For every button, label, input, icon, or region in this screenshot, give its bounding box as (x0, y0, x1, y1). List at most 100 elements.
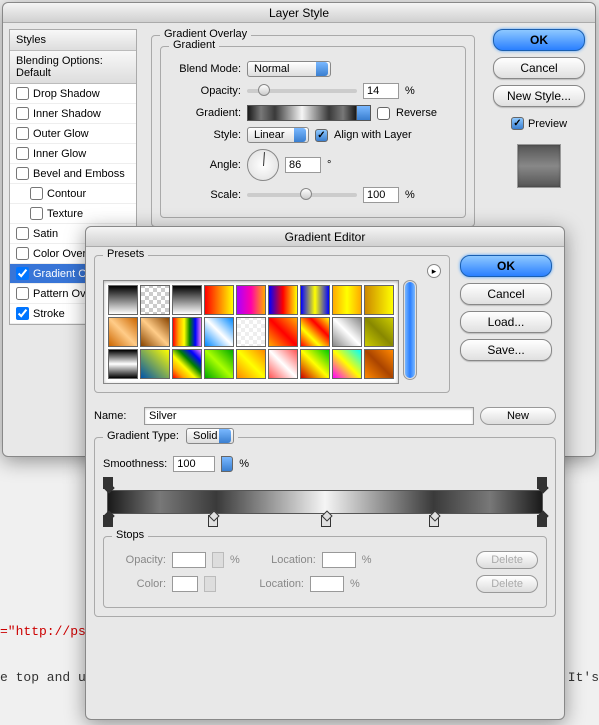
styles-item-contour[interactable]: Contour (10, 184, 136, 204)
styles-item-outer-glow[interactable]: Outer Glow (10, 124, 136, 144)
preset-swatch[interactable] (236, 285, 266, 315)
opacity-stop[interactable] (103, 477, 113, 489)
preset-swatch[interactable] (204, 317, 234, 347)
styles-item-drop-shadow[interactable]: Drop Shadow (10, 84, 136, 104)
percent-label: % (405, 85, 415, 97)
styles-item-checkbox[interactable] (16, 147, 29, 160)
preset-swatch[interactable] (300, 285, 330, 315)
preset-swatch[interactable] (172, 317, 202, 347)
preset-swatch[interactable] (268, 349, 298, 379)
preset-swatch[interactable] (108, 285, 138, 315)
preset-swatch[interactable] (332, 285, 362, 315)
blend-mode-select[interactable]: Normal (247, 61, 331, 77)
ok-button[interactable]: OK (493, 29, 585, 51)
type-select[interactable]: Solid (186, 428, 234, 444)
color-stop[interactable] (537, 515, 547, 527)
smoothness-dropdown-icon[interactable] (221, 456, 233, 472)
delete-opacity-stop-button: Delete (476, 551, 538, 569)
name-input[interactable] (144, 407, 474, 425)
preset-swatch[interactable] (108, 349, 138, 379)
opacity-slider[interactable] (247, 89, 357, 93)
gradient-type-section: Gradient Type: Solid Smoothness: % (94, 437, 556, 617)
preset-swatch[interactable] (364, 317, 394, 347)
styles-item-label: Satin (33, 228, 58, 240)
gradient-swatch[interactable] (247, 105, 357, 121)
preset-swatch[interactable] (172, 285, 202, 315)
presets-flyout-icon[interactable] (427, 264, 441, 278)
new-gradient-button[interactable]: New (480, 407, 556, 425)
styles-list-header[interactable]: Styles (10, 30, 136, 51)
gradient-editor-title: Gradient Editor (86, 227, 564, 247)
styles-item-inner-glow[interactable]: Inner Glow (10, 144, 136, 164)
styles-item-checkbox[interactable] (16, 307, 29, 320)
preview-label: Preview (528, 118, 567, 130)
styles-item-checkbox[interactable] (16, 107, 29, 120)
styles-item-texture[interactable]: Texture (10, 204, 136, 224)
preset-swatch[interactable] (140, 285, 170, 315)
degree-label: ° (327, 159, 331, 171)
preview-checkbox[interactable] (511, 117, 524, 130)
ge-ok-button[interactable]: OK (460, 255, 552, 277)
preset-swatch[interactable] (236, 349, 266, 379)
preset-swatch[interactable] (332, 349, 362, 379)
angle-dial[interactable] (247, 149, 279, 181)
gradient-group-label: Gradient (169, 39, 219, 51)
align-checkbox[interactable] (315, 129, 328, 142)
styles-item-checkbox[interactable] (30, 207, 43, 220)
percent-label: % (230, 554, 240, 566)
gradient-overlay-section: Gradient Overlay Gradient Blend Mode: No… (151, 35, 475, 227)
styles-item-inner-shadow[interactable]: Inner Shadow (10, 104, 136, 124)
ge-load-button[interactable]: Load... (460, 311, 552, 333)
preset-swatch[interactable] (140, 349, 170, 379)
angle-input[interactable] (285, 157, 321, 173)
percent-label: % (405, 189, 415, 201)
color-stop[interactable] (321, 515, 331, 527)
preset-swatch[interactable] (268, 317, 298, 347)
styles-item-checkbox[interactable] (16, 227, 29, 240)
reverse-checkbox[interactable] (377, 107, 390, 120)
preset-swatch[interactable] (364, 285, 394, 315)
styles-item-checkbox[interactable] (16, 127, 29, 140)
smoothness-input[interactable] (173, 456, 215, 472)
scale-input[interactable] (363, 187, 399, 203)
color-stop[interactable] (103, 515, 113, 527)
preset-swatch[interactable] (204, 349, 234, 379)
gradient-ramp[interactable] (107, 490, 543, 514)
opacity-stop[interactable] (537, 477, 547, 489)
preset-swatch[interactable] (172, 349, 202, 379)
percent-label: % (362, 554, 372, 566)
style-select[interactable]: Linear (247, 127, 309, 143)
ge-save-button[interactable]: Save... (460, 339, 552, 361)
styles-item-checkbox[interactable] (16, 167, 29, 180)
preset-swatch[interactable] (140, 317, 170, 347)
preset-swatch[interactable] (204, 285, 234, 315)
styles-item-label: Bevel and Emboss (33, 168, 125, 180)
scale-slider[interactable] (247, 193, 357, 197)
preset-swatch[interactable] (332, 317, 362, 347)
gradient-dropdown-icon[interactable] (357, 105, 371, 121)
new-style-button[interactable]: New Style... (493, 85, 585, 107)
preset-swatch[interactable] (108, 317, 138, 347)
styles-item-checkbox[interactable] (16, 267, 29, 280)
reverse-label: Reverse (396, 107, 437, 119)
preset-swatch[interactable] (300, 349, 330, 379)
preset-swatch[interactable] (268, 285, 298, 315)
opacity-input[interactable] (363, 83, 399, 99)
blending-options-row[interactable]: Blending Options: Default (10, 51, 136, 84)
color-stop[interactable] (429, 515, 439, 527)
preset-swatch[interactable] (364, 349, 394, 379)
presets-scrollbar[interactable] (403, 280, 417, 380)
styles-item-checkbox[interactable] (16, 287, 29, 300)
styles-item-bevel-and-emboss[interactable]: Bevel and Emboss (10, 164, 136, 184)
styles-item-checkbox[interactable] (16, 247, 29, 260)
styles-item-checkbox[interactable] (16, 87, 29, 100)
stop-color-location-label: Location: (244, 578, 304, 590)
ge-cancel-button[interactable]: Cancel (460, 283, 552, 305)
cancel-button[interactable]: Cancel (493, 57, 585, 79)
align-label: Align with Layer (334, 129, 412, 141)
styles-item-label: Drop Shadow (33, 88, 100, 100)
styles-item-checkbox[interactable] (30, 187, 43, 200)
preset-swatch[interactable] (236, 317, 266, 347)
color-stop[interactable] (208, 515, 218, 527)
preset-swatch[interactable] (300, 317, 330, 347)
